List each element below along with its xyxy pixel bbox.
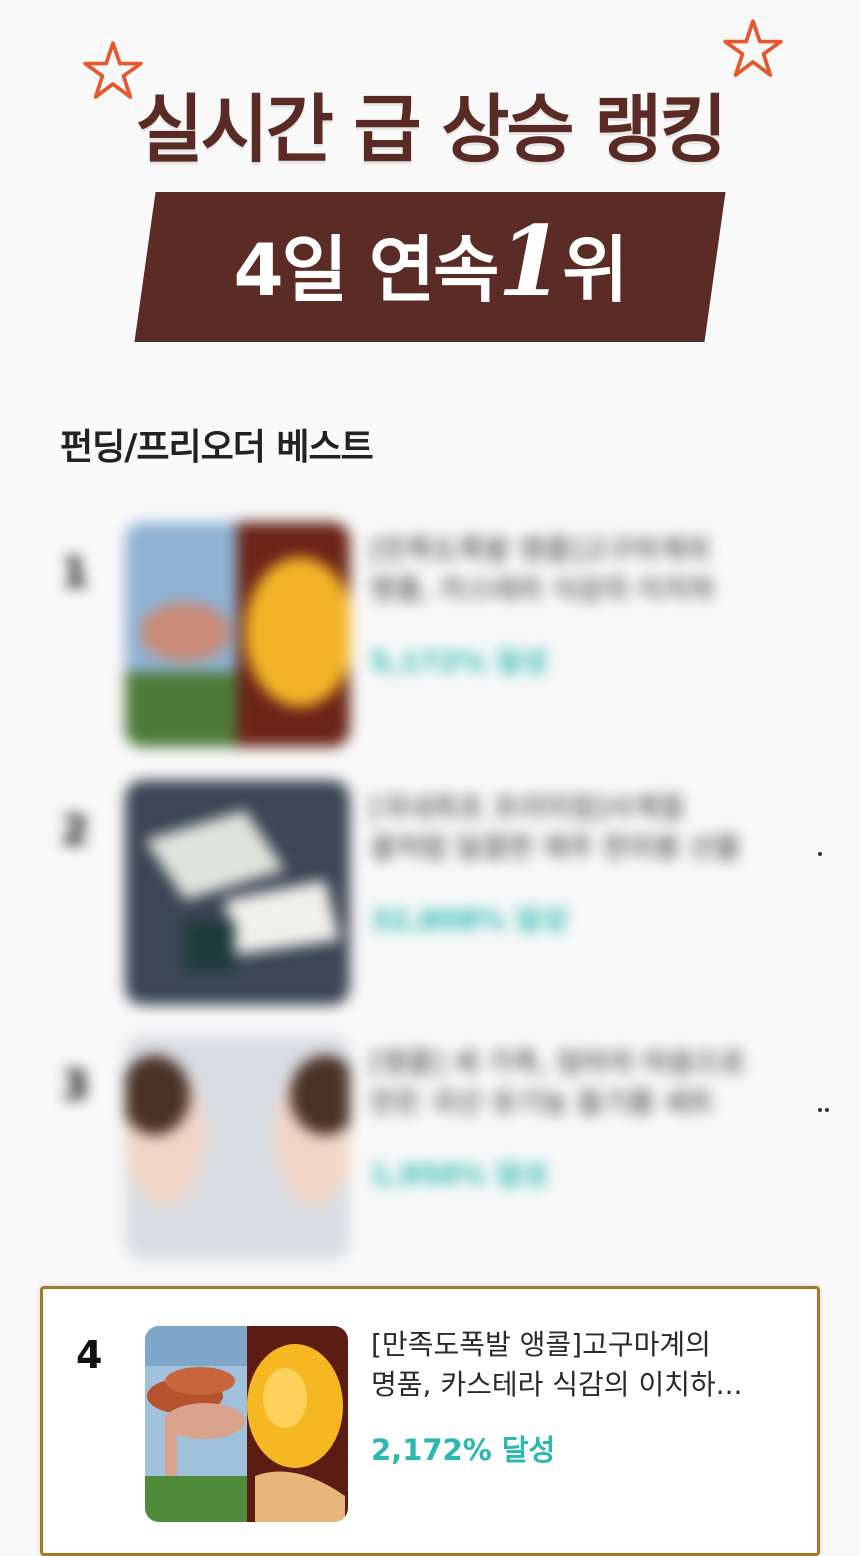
banner-prefix: 4일 연속 <box>233 228 500 312</box>
list-item[interactable]: 1 [만족도폭발 앵콜]고구마계의 명품, 카스테라 식감의 이치하 5,172… <box>40 522 820 762</box>
banner-text: 4일 연속1위 <box>0 205 860 318</box>
product-title: [만족도폭발 앵콜]고구마계의 명품, 카스테라 식감의 이치하 <box>370 533 715 606</box>
list-item[interactable]: 2 [국내최초 프리미엄]사계절 꿀처럼 달콤한 제주 한라봉 선물 32,80… <box>40 780 820 1020</box>
product-title: [국내최초 프리미엄]사계절 꿀처럼 달콤한 제주 한라봉 선물 <box>370 791 741 864</box>
achievement-rate: 1,950% 달성 <box>370 1158 548 1191</box>
product-title: [만족도폭발 앵콜]고구마계의 명품, 카스테라 식감의 이치하... <box>371 1328 743 1401</box>
rank-number: 1 <box>61 550 89 596</box>
decorative-dot <box>825 1108 829 1112</box>
product-title: [앵콜] 세 가족, 엄마의 마음으로 만든 국산 유기농 들기름 세트 <box>370 1046 746 1119</box>
achievement-rate: 2,172% 달성 <box>371 1433 556 1467</box>
product-thumbnail <box>145 1326 348 1522</box>
section-title: 펀딩/프리오더 베스트 <box>60 427 374 468</box>
achievement-rate: 5,172% 달성 <box>370 645 548 678</box>
achievement-rate: 32,808% 달성 <box>370 903 568 936</box>
rank-number: 3 <box>61 1063 89 1109</box>
product-thumbnail <box>125 1035 350 1260</box>
banner-suffix: 위 <box>562 228 628 312</box>
headline: 실시간 급 상승 랭킹 <box>135 87 728 173</box>
product-thumbnail <box>125 780 350 1005</box>
rank-number: 2 <box>61 808 89 854</box>
list-item[interactable]: 3 [앵콜] 세 가족, 엄마의 마음으로 만든 국산 유기농 들기름 세트 1… <box>40 1035 820 1275</box>
product-thumbnail <box>125 522 350 747</box>
decorative-dot <box>818 1108 822 1112</box>
banner-number: 1 <box>497 205 564 318</box>
highlighted-list-item[interactable]: 4 [만족도폭발 앵콜]고구마계의 명품, 카스테라 식감의 이치하... 2,… <box>40 1286 820 1556</box>
rank-number: 4 <box>76 1333 103 1377</box>
decorative-dot <box>818 852 822 856</box>
